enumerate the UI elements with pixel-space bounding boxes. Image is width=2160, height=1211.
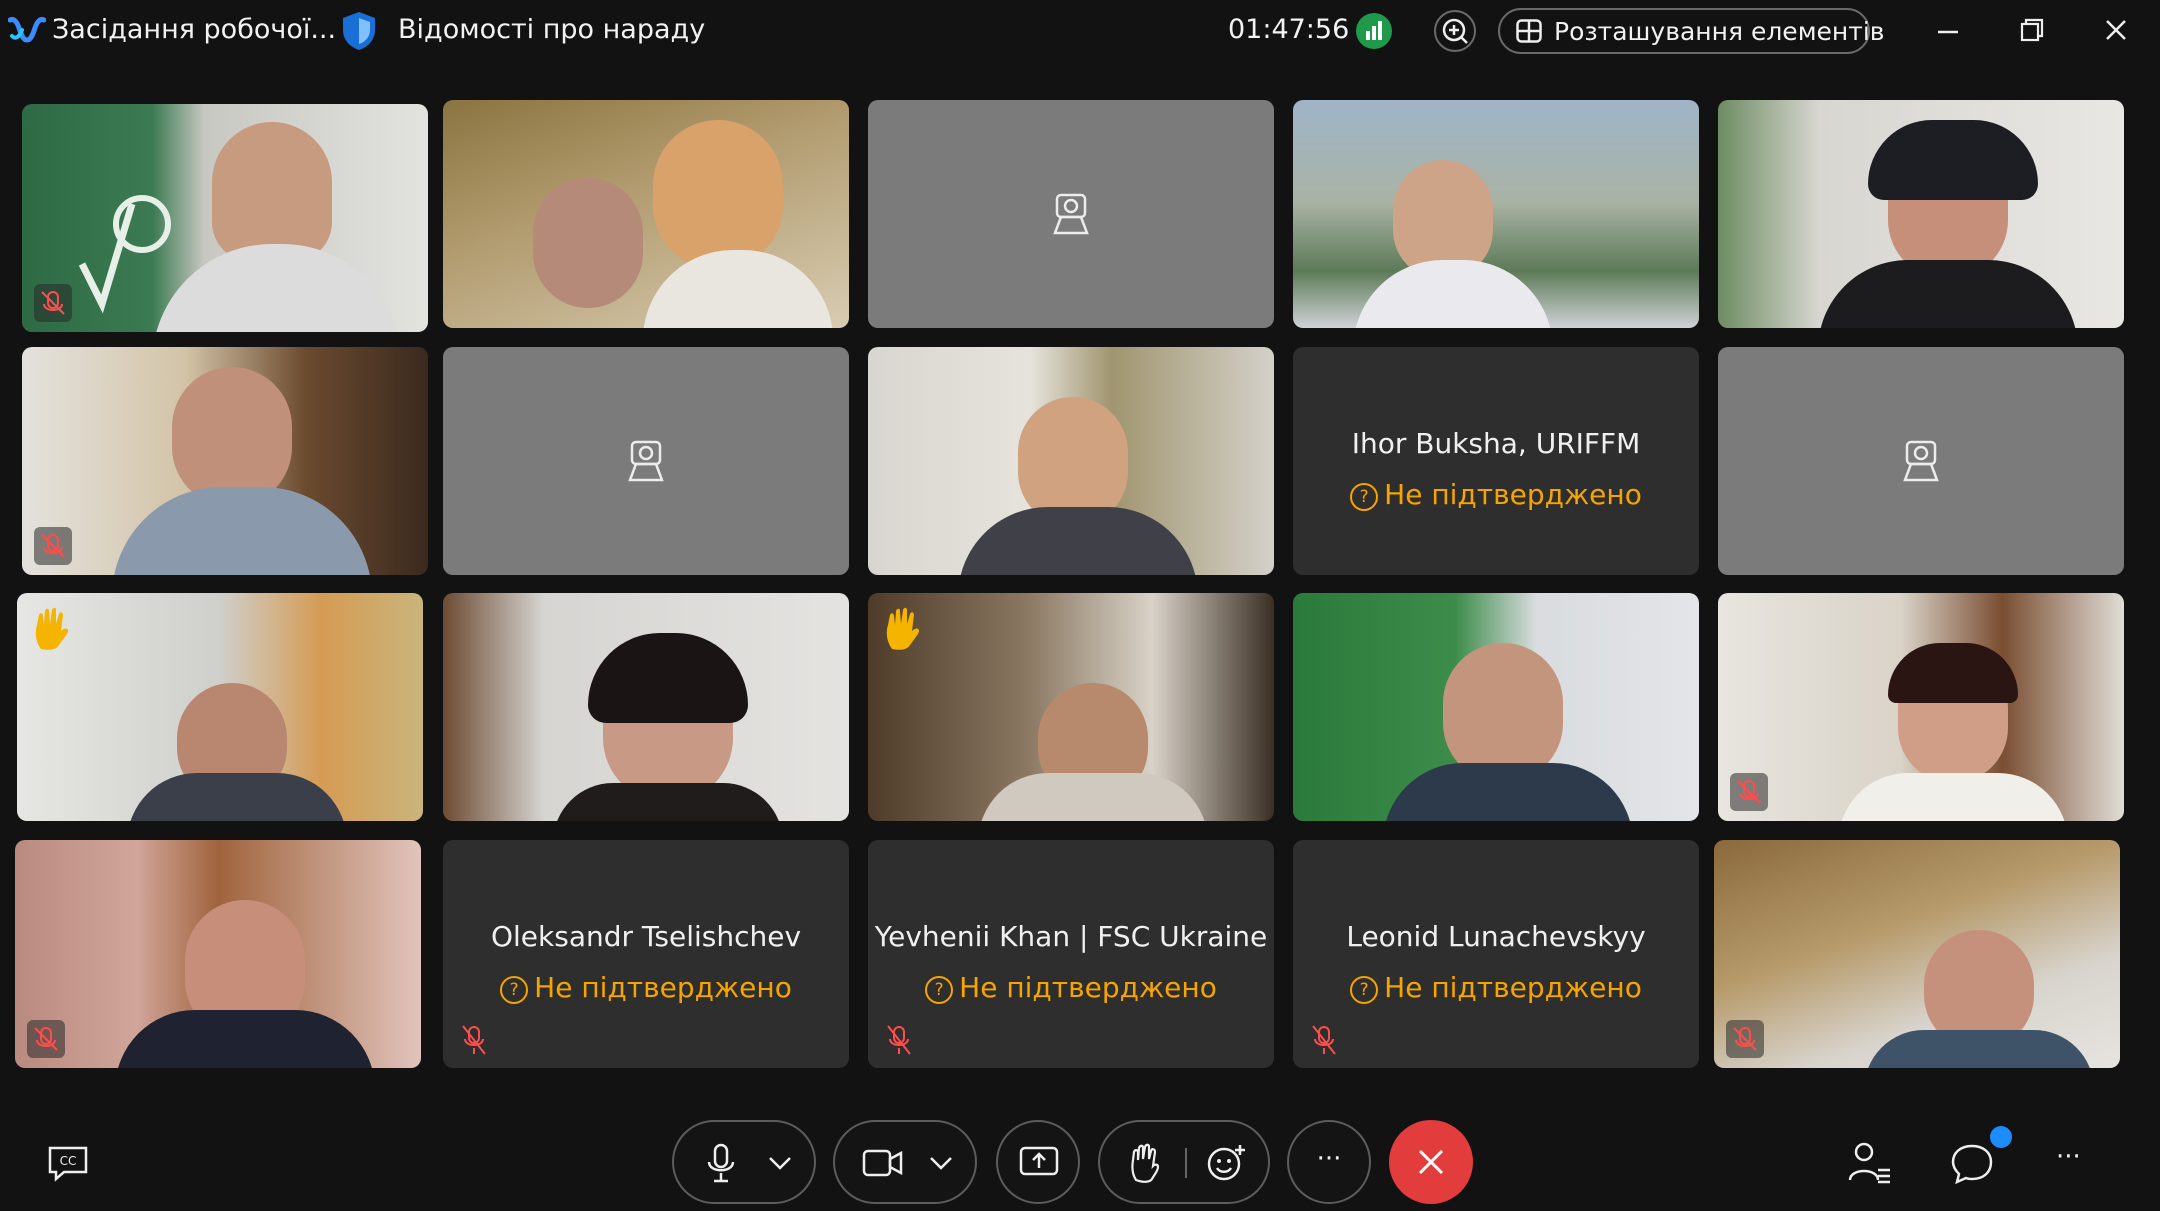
share-screen-icon xyxy=(1019,1146,1059,1176)
raised-hand-icon xyxy=(886,607,920,650)
participant-tile[interactable] xyxy=(22,104,428,332)
participant-tile[interactable] xyxy=(868,100,1274,328)
participant-tile[interactable] xyxy=(868,347,1274,575)
participant-tile[interactable] xyxy=(1718,100,2124,328)
microphone-button-group xyxy=(672,1120,816,1204)
captions-icon[interactable]: CC xyxy=(46,1144,90,1182)
muted-microphone-icon xyxy=(887,1025,911,1055)
muted-microphone-icon xyxy=(1733,1027,1757,1051)
layout-grid-icon xyxy=(1516,19,1542,43)
chevron-down-icon[interactable] xyxy=(927,1154,955,1172)
leave-button[interactable] xyxy=(1389,1120,1473,1204)
participant-name: Leonid Lunachevskyy xyxy=(1346,920,1646,953)
muted-microphone-icon xyxy=(34,1027,58,1051)
participant-tile[interactable] xyxy=(17,593,423,821)
leave-icon xyxy=(1418,1149,1444,1175)
more-button[interactable]: ··· xyxy=(1287,1120,1371,1204)
shield-icon[interactable] xyxy=(340,10,378,52)
signal-strength-icon[interactable] xyxy=(1356,13,1392,49)
muted-microphone-icon xyxy=(41,534,65,558)
raise-hand-icon[interactable] xyxy=(1126,1142,1162,1184)
meeting-timer: 01:47:56 xyxy=(1228,14,1350,45)
participant-status: ? Не підтверджено xyxy=(1293,971,1699,1004)
participants-icon[interactable] xyxy=(1846,1140,1894,1186)
participant-tile[interactable] xyxy=(1293,593,1699,821)
minimize-icon[interactable] xyxy=(1928,12,1968,50)
muted-microphone-icon xyxy=(462,1025,486,1055)
camera-off-icon xyxy=(1903,440,1939,482)
zoom-in-button[interactable] xyxy=(1434,10,1476,52)
participant-tile[interactable] xyxy=(1718,347,2124,575)
muted-microphone-icon xyxy=(1312,1025,1336,1055)
question-icon: ? xyxy=(1350,976,1379,1004)
muted-microphone-icon xyxy=(41,291,65,315)
chat-icon[interactable] xyxy=(1948,1140,1996,1186)
participant-name: Oleksandr Tselishchev xyxy=(490,920,802,953)
microphone-icon[interactable] xyxy=(704,1142,738,1184)
close-icon[interactable] xyxy=(2096,12,2136,50)
participant-tile[interactable] xyxy=(22,347,428,575)
participant-name: Yevhenii Khan | FSC Ukraine xyxy=(874,920,1268,953)
camera-off-icon xyxy=(628,440,664,482)
participant-tile[interactable] xyxy=(15,840,421,1068)
meeting-info-link[interactable]: Відомості про нараду xyxy=(398,14,705,45)
question-icon: ? xyxy=(500,976,529,1004)
participant-tile[interactable]: Ihor Buksha, URIFFM ? Не підтверджено xyxy=(1293,347,1699,575)
title-bar: Засідання робочої... Відомості про нарад… xyxy=(0,0,2160,62)
share-screen-button[interactable] xyxy=(996,1120,1080,1204)
participant-tile[interactable]: Oleksandr Tselishchev ? Не підтверджено xyxy=(443,840,849,1068)
muted-badge xyxy=(27,1020,65,1058)
hand-reactions-group xyxy=(1098,1120,1270,1204)
muted-badge xyxy=(34,284,72,322)
participant-tile[interactable] xyxy=(1293,100,1699,328)
question-icon: ? xyxy=(1350,483,1379,511)
muted-badge xyxy=(1726,1020,1764,1058)
participant-status: ? Не підтверджено xyxy=(1293,478,1699,511)
chevron-down-icon[interactable] xyxy=(766,1154,794,1172)
participant-tile[interactable] xyxy=(1718,593,2124,821)
participant-tile[interactable] xyxy=(1714,840,2120,1068)
reactions-icon[interactable] xyxy=(1204,1142,1248,1184)
camera-off-icon xyxy=(1053,193,1089,235)
participant-status: ? Не підтверджено xyxy=(443,971,849,1004)
chat-notification-badge xyxy=(1990,1126,2012,1148)
muted-badge xyxy=(34,527,72,565)
restore-icon[interactable] xyxy=(2012,12,2052,50)
participant-tile[interactable]: Yevhenii Khan | FSC Ukraine ? Не підтверд… xyxy=(868,840,1274,1068)
divider xyxy=(1185,1148,1187,1178)
muted-microphone-icon xyxy=(1737,780,1761,804)
participant-tile[interactable] xyxy=(443,100,849,328)
muted-badge xyxy=(1730,773,1768,811)
webex-logo-icon xyxy=(8,17,46,43)
participant-tile[interactable] xyxy=(443,593,849,821)
participant-status: ? Не підтверджено xyxy=(868,971,1274,1004)
meeting-title[interactable]: Засідання робочої... xyxy=(52,14,336,45)
more-options-icon[interactable]: ··· xyxy=(2056,1142,2081,1172)
svg-text:CC: CC xyxy=(60,1154,77,1168)
layout-button-label: Розташування елементів xyxy=(1554,17,1885,46)
camera-icon[interactable] xyxy=(861,1146,905,1180)
camera-button-group xyxy=(833,1120,977,1204)
participant-name: Ihor Buksha, URIFFM xyxy=(1351,427,1641,460)
raised-hand-icon xyxy=(35,607,69,650)
layout-button[interactable]: Розташування елементів xyxy=(1498,8,1885,54)
participant-tile[interactable] xyxy=(868,593,1274,821)
participant-tile[interactable] xyxy=(443,347,849,575)
question-icon: ? xyxy=(925,976,954,1004)
zoom-in-icon xyxy=(1442,18,1468,44)
more-icon: ··· xyxy=(1316,1144,1342,1174)
participant-tile[interactable]: Leonid Lunachevskyy ? Не підтверджено xyxy=(1293,840,1699,1068)
